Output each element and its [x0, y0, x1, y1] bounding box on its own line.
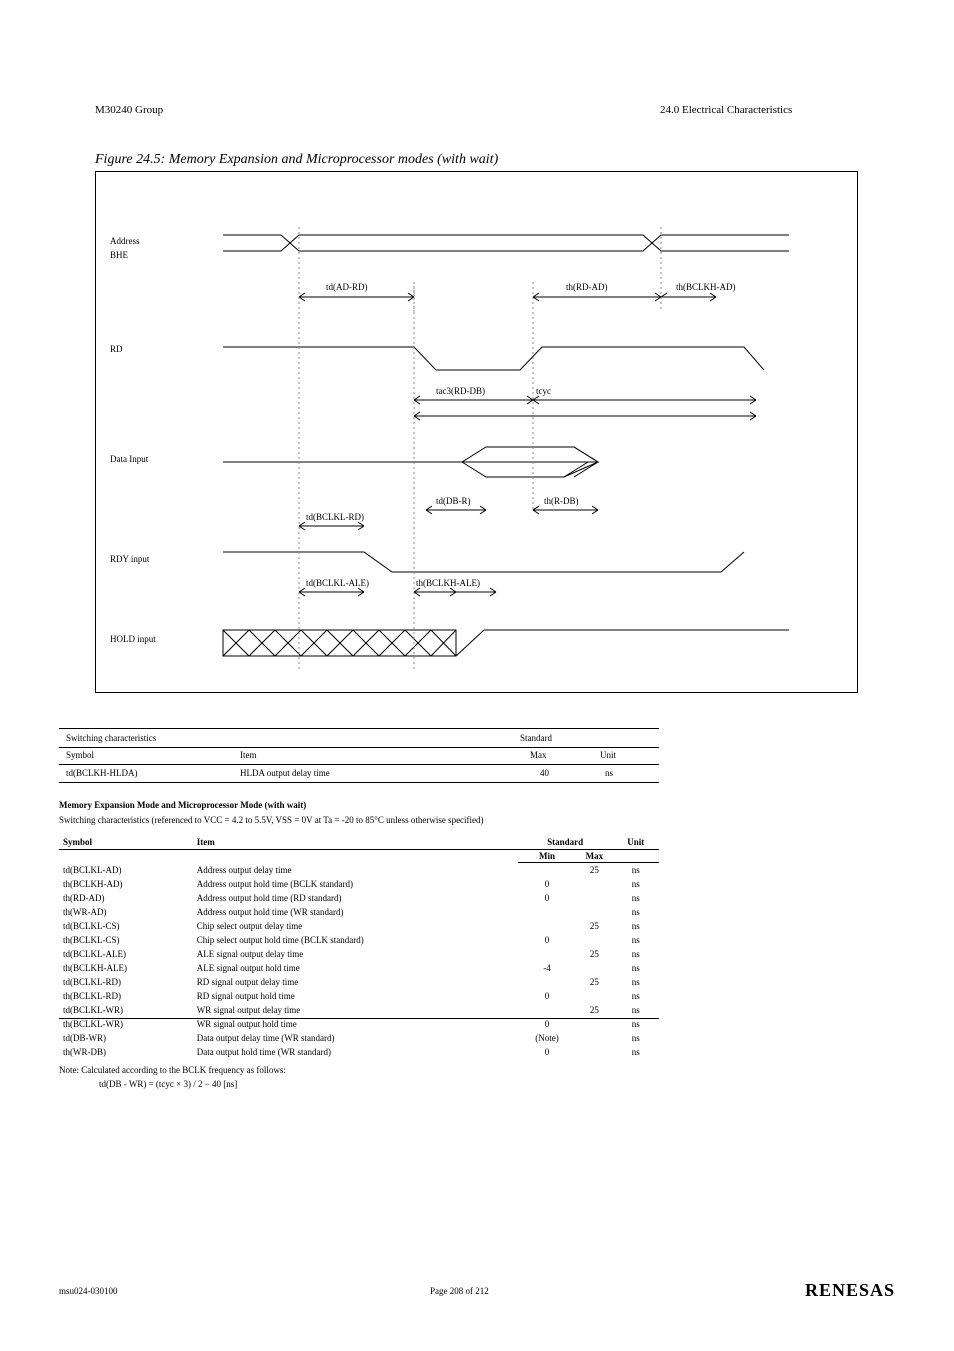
lbl-td-bclkl-rd: td(BCLKL-RD) — [306, 512, 364, 522]
lbl-th-rd-ad: th(RD-AD) — [566, 282, 608, 292]
t1-r0-item: HLDA output delay time — [240, 768, 330, 778]
t2-title: Memory Expansion Mode and Microprocessor… — [59, 800, 306, 810]
lbl-hold: HOLD input — [110, 634, 156, 644]
table-row: th(BCLKH-AD)Address output hold time (BC… — [59, 877, 659, 891]
doc-id: M30240 Group — [95, 104, 163, 116]
table-row: td(DB-WR)Data output delay time (WR stan… — [59, 1031, 659, 1045]
lbl-tac3: tac3(RD-DB) — [436, 386, 485, 396]
table-row: th(BCLKL-RD)RD signal output hold time0n… — [59, 989, 659, 1003]
t2-h-std: Standard — [518, 835, 613, 850]
t2-h-sym: Symbol — [59, 835, 193, 850]
lbl-rd: RD — [110, 344, 123, 354]
table-row: td(BCLKL-AD)Address output delay time25n… — [59, 863, 659, 878]
t1-sub-sym: Symbol — [66, 750, 94, 760]
table-row: td(BCLKL-RD)RD signal output delay time2… — [59, 975, 659, 989]
t2-note: Note: Calculated according to the BCLK f… — [59, 1065, 659, 1075]
lbl-th-r-db: th(R-DB) — [544, 496, 579, 506]
t2-cond: Switching characteristics (referenced to… — [59, 815, 659, 825]
lbl-td-db-r: td(DB-R) — [436, 496, 471, 506]
table-row: th(BCLKH-ALE)ALE signal output hold time… — [59, 961, 659, 975]
t1-r0-max: 40 — [540, 768, 549, 778]
table-row: th(WR-DB)Data output hold time (WR stand… — [59, 1045, 659, 1059]
timing-diagram-box: Address BHE RD Data Input RDY input HOLD… — [95, 171, 858, 693]
formula-0: td(DB - WR) = (tcyc × 3) / 2 − 40 [ns] — [99, 1079, 659, 1089]
t2-hh-max: Max — [576, 850, 612, 863]
lbl-th-bclkh-ale: th(BCLKH-ALE) — [416, 578, 480, 588]
lbl-bhe: BHE — [110, 250, 128, 260]
lbl-th-bclkh-ad: th(BCLKH-AD) — [676, 282, 736, 292]
section-title: 24.0 Electrical Characteristics — [660, 104, 792, 116]
figure-title: Figure 24.5: Memory Expansion and Microp… — [95, 152, 498, 168]
table-row: th(RD-AD)Address output hold time (RD st… — [59, 891, 659, 905]
table-row: th(WR-AD)Address output hold time (WR st… — [59, 905, 659, 919]
footer-left: msu024-030100 — [59, 1286, 118, 1296]
table-row: td(BCLKL-CS)Chip select output delay tim… — [59, 919, 659, 933]
t1-r0-sym: td(BCLKH-HLDA) — [66, 768, 138, 778]
lbl-rdy: RDY input — [110, 554, 149, 564]
t1-sub-item: Item — [240, 750, 257, 760]
table-row: td(BCLKL-WR)WR signal output delay time2… — [59, 1003, 659, 1017]
t1-head-col2: Standard — [520, 733, 552, 743]
lbl-data-in: Data Input — [110, 454, 148, 464]
t2-hh-min: Min — [518, 850, 577, 863]
t1-head-col1: Switching characteristics — [66, 733, 156, 743]
footer-page: Page 208 of 212 — [430, 1286, 489, 1296]
lbl-tcyc: tcyc — [536, 386, 551, 396]
lbl-td-bclkl-ale: td(BCLKL-ALE) — [306, 578, 369, 588]
t1-sub-unit: Unit — [600, 750, 616, 760]
lbl-address: Address — [110, 236, 140, 246]
lbl-td-ad-rd: td(AD-RD) — [326, 282, 368, 292]
footer-brand: RENESAS — [805, 1280, 895, 1301]
table-row: th(BCLKL-WR)WR signal output hold time0n… — [59, 1017, 659, 1031]
t1-sub-max: Max — [530, 750, 547, 760]
table-row: td(BCLKL-ALE)ALE signal output delay tim… — [59, 947, 659, 961]
page: M30240 Group 24.0 Electrical Characteris… — [0, 0, 954, 1351]
switching-table: Symbol Item Standard Unit Min Max td(BCL… — [59, 835, 659, 1089]
t2-h-item: Item — [193, 835, 518, 850]
t1-r0-unit: ns — [605, 768, 613, 778]
table-row: th(BCLKL-CS)Chip select output hold time… — [59, 933, 659, 947]
t2-h-unit: Unit — [613, 835, 660, 850]
timing-diagram — [96, 172, 857, 692]
